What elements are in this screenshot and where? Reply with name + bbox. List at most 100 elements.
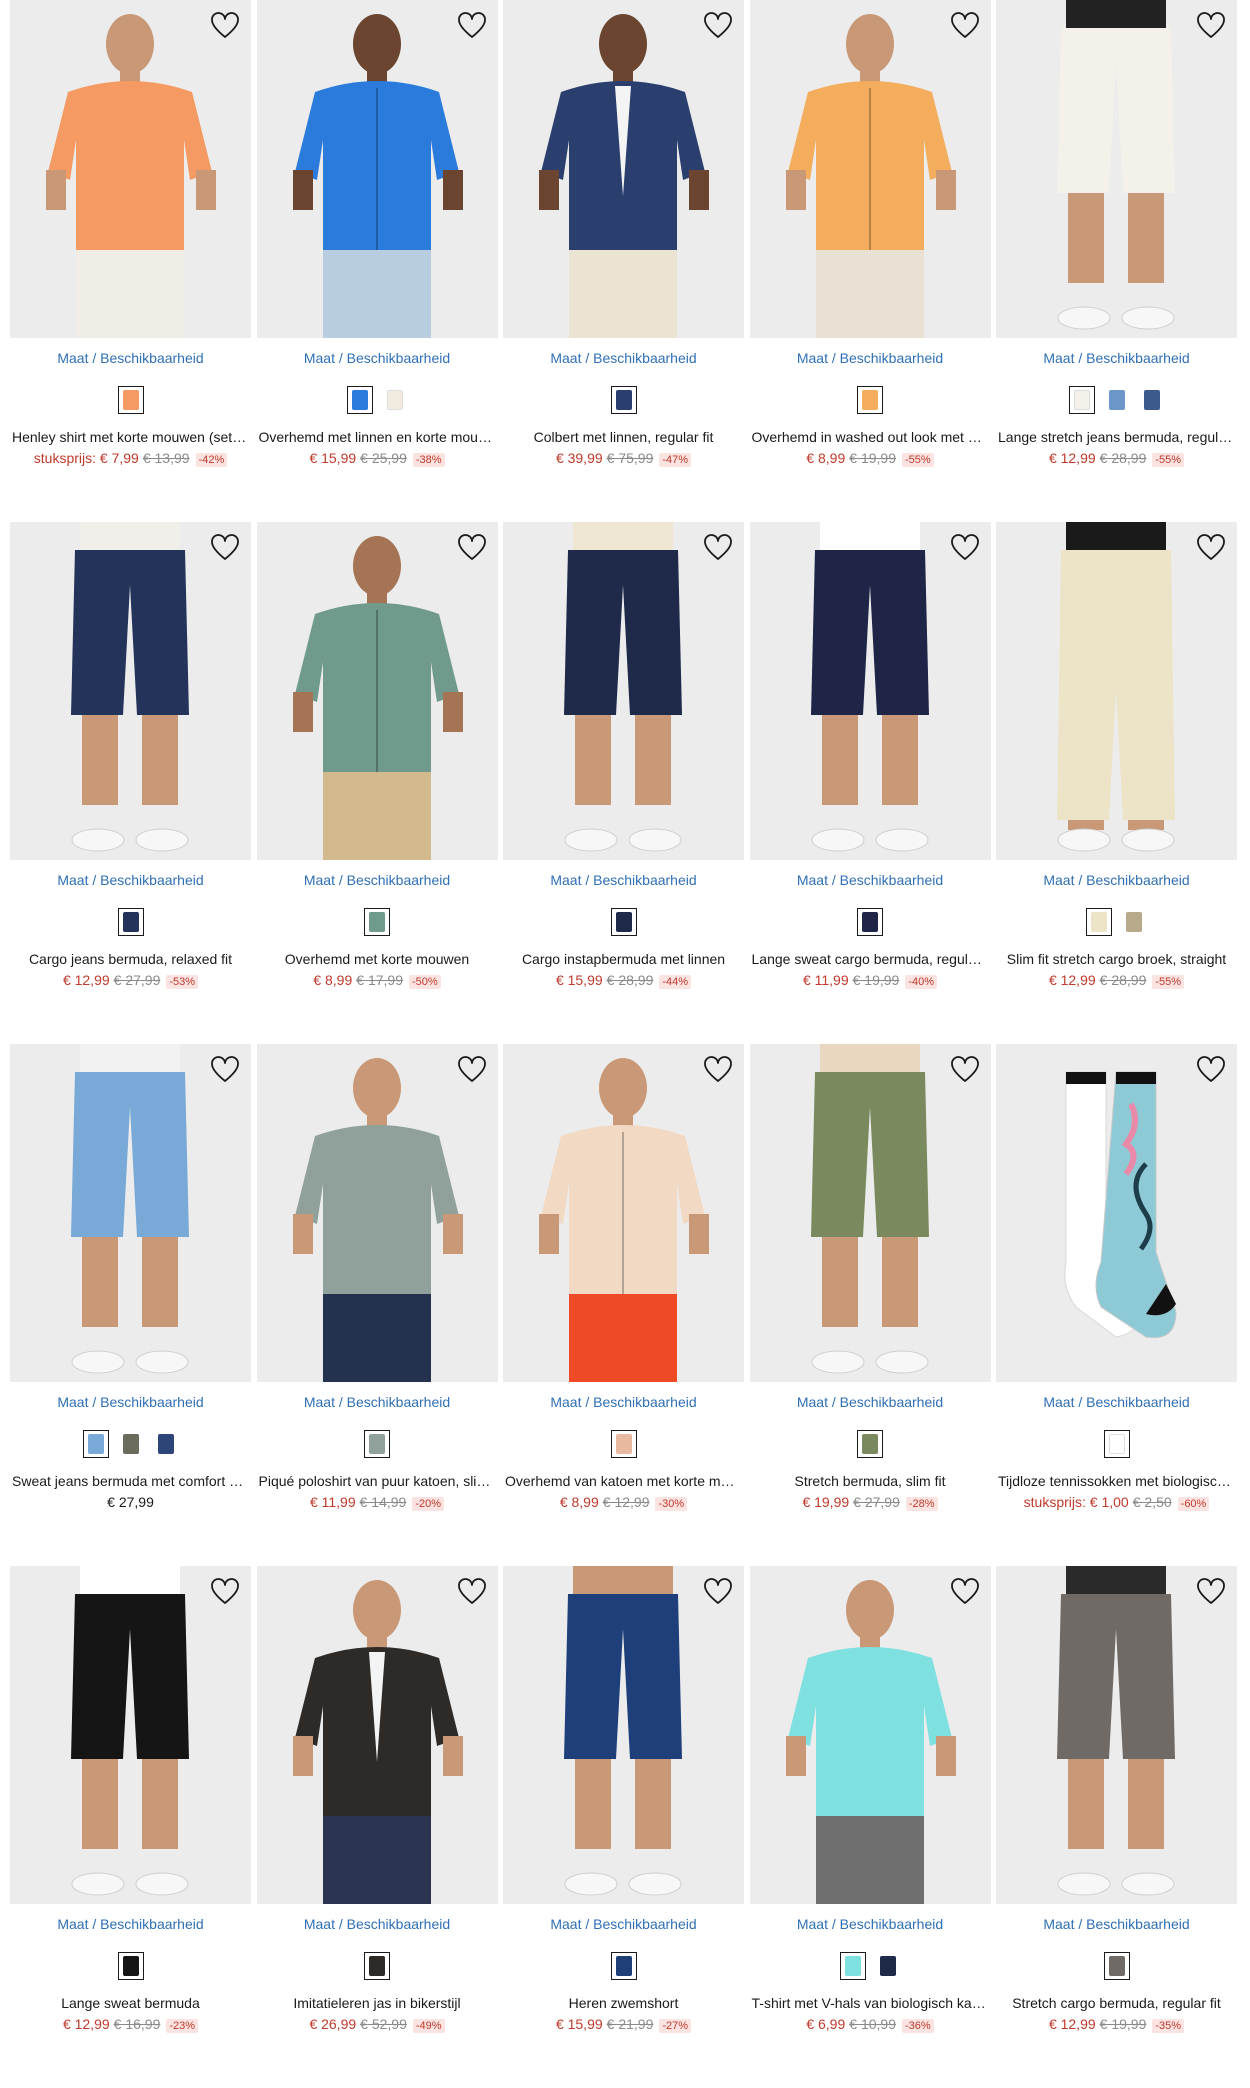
color-swatch[interactable] [839, 1952, 866, 1980]
product-photo[interactable] [996, 1566, 1237, 1904]
product-title[interactable]: Colbert met linnen, regular fit [503, 428, 744, 446]
favorite-button[interactable] [209, 1054, 241, 1086]
product-photo[interactable] [749, 522, 991, 860]
color-swatch[interactable] [152, 1430, 179, 1458]
size-availability-link[interactable]: Maat / Beschikbaarheid [503, 1394, 744, 1412]
product-title[interactable]: Cargo instapbermuda met linnen [503, 950, 744, 968]
color-swatch[interactable] [857, 908, 883, 936]
product-title[interactable]: Overhemd met korte mouwen [257, 950, 498, 968]
product-image[interactable] [503, 0, 744, 338]
product-card[interactable]: Maat / Beschikbaarheid Colbert met linnen… [503, 0, 744, 522]
product-card[interactable]: Maat / Beschikbaarheid Tijdloze tennissok… [996, 1044, 1237, 1566]
favorite-button[interactable] [1195, 10, 1227, 42]
product-image[interactable] [996, 522, 1237, 860]
product-card[interactable]: Maat / Beschikbaarheid Stretch bermuda, s… [749, 1044, 991, 1566]
favorite-button[interactable] [456, 532, 488, 564]
size-availability-link[interactable]: Maat / Beschikbaarheid [257, 1394, 498, 1412]
product-photo[interactable] [749, 0, 991, 338]
size-availability-link[interactable]: Maat / Beschikbaarheid [503, 350, 744, 368]
product-photo[interactable] [996, 1044, 1237, 1382]
size-availability-link[interactable]: Maat / Beschikbaarheid [750, 350, 991, 368]
color-swatch[interactable] [857, 1430, 883, 1458]
product-card[interactable]: Maat / Beschikbaarheid Imitatieleren jas … [256, 1566, 498, 2088]
color-swatch[interactable] [117, 386, 144, 414]
size-availability-link[interactable]: Maat / Beschikbaarheid [257, 1916, 498, 1934]
product-card[interactable]: Maat / Beschikbaarheid Lange sweat bermud… [10, 1566, 251, 2088]
product-image[interactable] [749, 1044, 991, 1382]
size-availability-link[interactable]: Maat / Beschikbaarheid [996, 1394, 1237, 1412]
size-availability-link[interactable]: Maat / Beschikbaarheid [10, 1394, 251, 1412]
color-swatch[interactable] [1068, 386, 1095, 414]
product-title[interactable]: Lange sweat cargo bermuda, regular fit [750, 950, 991, 968]
product-title[interactable]: Cargo jeans bermuda, relaxed fit [10, 950, 251, 968]
product-image[interactable] [256, 1566, 498, 1904]
color-swatch[interactable] [610, 1952, 637, 1980]
product-card[interactable]: Maat / Beschikbaarheid Overhemd met linne… [256, 0, 498, 522]
product-photo[interactable] [749, 1566, 991, 1904]
color-swatch[interactable] [117, 1952, 144, 1980]
product-title[interactable]: Sweat jeans bermuda met comfort band [10, 1472, 251, 1490]
size-availability-link[interactable]: Maat / Beschikbaarheid [996, 350, 1237, 368]
product-photo[interactable] [10, 1566, 251, 1904]
color-swatch[interactable] [857, 386, 883, 414]
favorite-button[interactable] [1195, 532, 1227, 564]
product-image[interactable] [10, 1044, 251, 1382]
product-photo[interactable] [256, 522, 498, 860]
product-image[interactable] [503, 522, 744, 860]
size-availability-link[interactable]: Maat / Beschikbaarheid [10, 872, 251, 890]
product-image[interactable] [256, 1044, 498, 1382]
product-card[interactable]: Maat / Beschikbaarheid Overhemd in washed… [749, 0, 991, 522]
color-swatch[interactable] [364, 908, 390, 936]
color-swatch[interactable] [1103, 1952, 1130, 1980]
product-image[interactable] [10, 0, 251, 338]
product-title[interactable]: Overhemd met linnen en korte mouwen [257, 428, 498, 446]
color-swatch[interactable] [610, 1430, 637, 1458]
product-image[interactable] [10, 1566, 251, 1904]
color-swatch[interactable] [364, 1430, 390, 1458]
product-photo[interactable] [503, 1044, 744, 1382]
size-availability-link[interactable]: Maat / Beschikbaarheid [10, 1916, 251, 1934]
color-swatch[interactable] [381, 386, 408, 414]
color-swatch[interactable] [117, 1430, 144, 1458]
product-card[interactable]: Maat / Beschikbaarheid Sweat jeans bermud… [10, 1044, 251, 1566]
favorite-button[interactable] [209, 1576, 241, 1608]
size-availability-link[interactable]: Maat / Beschikbaarheid [996, 1916, 1237, 1934]
favorite-button[interactable] [702, 1054, 734, 1086]
product-title[interactable]: T-shirt met V-hals van biologisch katoen [750, 1994, 991, 2012]
product-photo[interactable] [996, 522, 1237, 860]
product-title[interactable]: Henley shirt met korte mouwen (set van 2… [10, 428, 251, 446]
size-availability-link[interactable]: Maat / Beschikbaarheid [503, 1916, 744, 1934]
product-image[interactable] [503, 1044, 744, 1382]
color-swatch[interactable] [1138, 386, 1165, 414]
favorite-button[interactable] [702, 1576, 734, 1608]
product-title[interactable]: Stretch bermuda, slim fit [750, 1472, 991, 1490]
favorite-button[interactable] [456, 1054, 488, 1086]
product-photo[interactable] [10, 522, 251, 860]
product-title[interactable]: Heren zwemshort [503, 1994, 744, 2012]
favorite-button[interactable] [949, 1576, 981, 1608]
product-image[interactable] [256, 522, 498, 860]
product-title[interactable]: Piqué poloshirt van puur katoen, slim fi… [257, 1472, 498, 1490]
color-swatch[interactable] [610, 386, 637, 414]
product-photo[interactable] [10, 0, 251, 338]
product-image[interactable] [256, 0, 498, 338]
product-title[interactable]: Imitatieleren jas in bikerstijl [257, 1994, 498, 2012]
product-title[interactable]: Lange sweat bermuda [10, 1994, 251, 2012]
size-availability-link[interactable]: Maat / Beschikbaarheid [257, 350, 498, 368]
product-title[interactable]: Lange stretch jeans bermuda, regular fit [996, 428, 1237, 446]
color-swatch[interactable] [610, 908, 637, 936]
favorite-button[interactable] [949, 10, 981, 42]
color-swatch[interactable] [364, 1952, 390, 1980]
product-photo[interactable] [256, 1566, 498, 1904]
product-card[interactable]: Maat / Beschikbaarheid Stretch cargo berm… [996, 1566, 1237, 2088]
size-availability-link[interactable]: Maat / Beschikbaarheid [750, 1394, 991, 1412]
product-image[interactable] [503, 1566, 744, 1904]
color-swatch[interactable] [874, 1952, 901, 1980]
color-swatch[interactable] [82, 1430, 109, 1458]
color-swatch[interactable] [346, 386, 373, 414]
favorite-button[interactable] [1195, 1054, 1227, 1086]
product-title[interactable]: Stretch cargo bermuda, regular fit [996, 1994, 1237, 2012]
product-photo[interactable] [10, 1044, 251, 1382]
size-availability-link[interactable]: Maat / Beschikbaarheid [996, 872, 1237, 890]
product-image[interactable] [996, 1566, 1237, 1904]
